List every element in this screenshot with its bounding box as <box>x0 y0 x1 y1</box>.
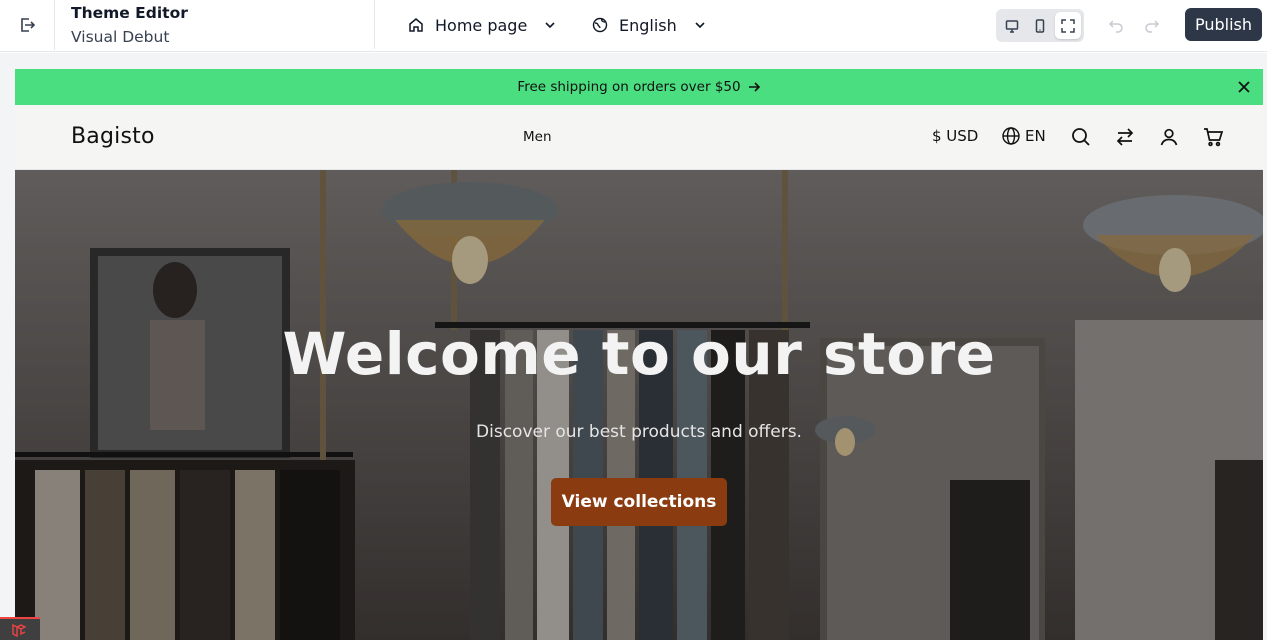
device-switcher <box>996 9 1084 42</box>
toolbar-divider <box>374 0 375 49</box>
hero-title: Welcome to our store <box>282 320 996 388</box>
debugbar-toggle[interactable] <box>0 617 40 640</box>
language-selector[interactable]: English <box>591 13 707 37</box>
store-logo[interactable]: Bagisto <box>71 124 155 149</box>
cart-icon[interactable] <box>1202 126 1224 148</box>
search-icon[interactable] <box>1070 126 1092 148</box>
chevron-down-icon <box>545 22 555 29</box>
view-collections-button[interactable]: View collections <box>551 478 727 526</box>
editor-toolbar: Theme Editor Visual Debut Home page Engl… <box>0 0 1267 52</box>
language-selector-label: English <box>619 15 677 35</box>
currency-switcher[interactable]: $ USD <box>932 127 978 145</box>
store-language-switcher[interactable]: EN <box>1001 126 1046 146</box>
page-selector[interactable]: Home page <box>407 13 557 37</box>
hero-banner: Welcome to our store Discover our best p… <box>15 170 1263 640</box>
store-header: Bagisto Men $ USD EN <box>15 105 1263 170</box>
editor-title: Theme Editor <box>71 4 188 22</box>
hero-subtitle: Discover our best products and offers. <box>476 422 802 442</box>
mobile-icon <box>1035 18 1045 33</box>
exit-icon <box>21 18 36 32</box>
user-icon[interactable] <box>1158 126 1180 148</box>
chevron-down-icon <box>695 22 705 29</box>
nav-item-men[interactable]: Men <box>523 129 552 145</box>
desktop-view-button[interactable] <box>999 12 1025 39</box>
close-icon[interactable] <box>1237 80 1251 94</box>
desktop-icon <box>1005 19 1019 33</box>
exit-editor-button[interactable] <box>0 0 55 50</box>
fullscreen-view-button[interactable] <box>1055 12 1081 39</box>
mobile-view-button[interactable] <box>1027 12 1053 39</box>
globe-icon <box>592 17 608 33</box>
arrow-right-icon <box>748 82 760 92</box>
announcement-bar[interactable]: Free shipping on orders over $50 <box>15 69 1263 105</box>
compare-icon[interactable] <box>1114 126 1136 148</box>
fullscreen-icon <box>1061 18 1075 33</box>
store-language-label: EN <box>1025 127 1046 145</box>
undo-icon[interactable] <box>1107 16 1125 34</box>
hero-overlay <box>15 170 1263 640</box>
theme-name: Visual Debut <box>71 28 170 46</box>
laravel-icon <box>12 623 27 637</box>
preview-area: Free shipping on orders over $50 Bagisto… <box>0 53 1267 640</box>
redo-icon[interactable] <box>1143 16 1161 34</box>
home-icon <box>409 18 423 32</box>
page-selector-label: Home page <box>435 15 528 35</box>
storefront-preview: Free shipping on orders over $50 Bagisto… <box>15 69 1263 640</box>
publish-button[interactable]: Publish <box>1185 8 1262 41</box>
globe-icon <box>1002 127 1020 145</box>
announcement-text: Free shipping on orders over $50 <box>517 79 741 95</box>
